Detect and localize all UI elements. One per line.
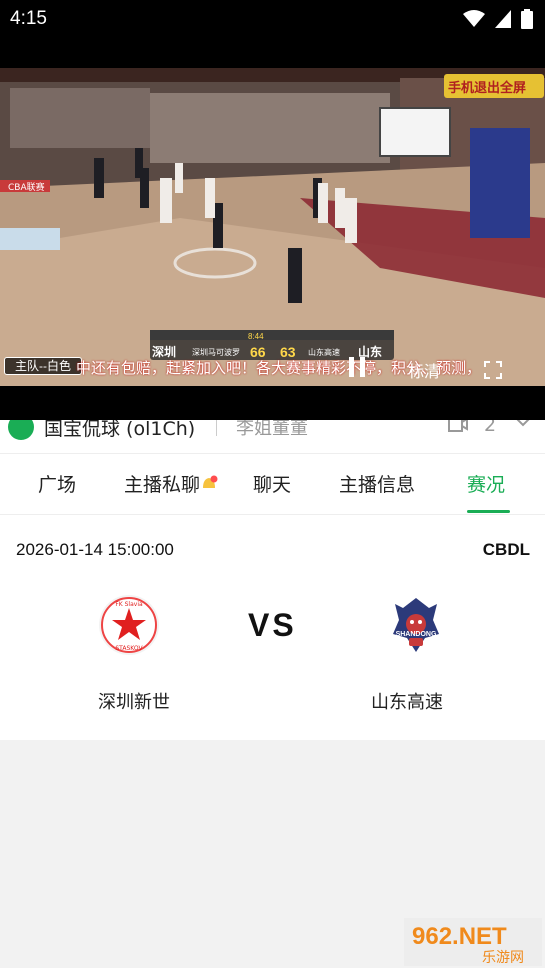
away-team-name: 山东高速 [371, 692, 443, 713]
tab-anchor-info[interactable]: 主播信息 [339, 470, 415, 497]
home-logo-top-text: FK Slavia [115, 601, 143, 608]
score-away-team: 山东高速 [308, 347, 340, 357]
active-tab-indicator [467, 510, 510, 513]
watermark-text: 962.NET [412, 923, 507, 950]
video-top-padding [0, 40, 545, 68]
divider [216, 420, 217, 436]
camera-icon [448, 420, 468, 432]
status-time: 4:15 [10, 8, 47, 29]
tab-square[interactable]: 广场 [38, 470, 76, 497]
wifi-icon [463, 10, 485, 27]
sponsor-text: CBA联赛 [8, 181, 45, 193]
score-home-team: 深圳马可波罗 [192, 347, 240, 357]
signal-icon [495, 10, 511, 28]
fullscreen-icon[interactable] [484, 361, 502, 379]
watermark-sub: 乐游网 [482, 950, 524, 966]
tab-private-chat[interactable]: 主播私聊 [124, 470, 218, 497]
team-color-chip: 主队--白色 [4, 357, 82, 375]
tab-bar: 广场 主播私聊 聊天 主播信息 赛况 [0, 454, 545, 515]
viewer-count: 2 [484, 420, 497, 436]
away-logo-text: SHANDONG [396, 631, 437, 638]
quality-selector[interactable]: 标清 [408, 358, 440, 382]
anchor-name: 李姐董董 [236, 420, 308, 439]
tab-chat[interactable]: 聊天 [253, 470, 291, 497]
tab-match-status[interactable]: 赛况 [467, 470, 505, 497]
video-controls-bar [0, 386, 545, 420]
league-name: CBDL [482, 540, 530, 559]
tab-private-chat-label: 主播私聊 [124, 474, 201, 496]
battery-icon [521, 9, 533, 29]
room-name: 国宝侃球 (ol1Ch) [44, 420, 196, 440]
room-info-bar: 国宝侃球 (ol1Ch) 李姐董董 2 [0, 420, 545, 454]
score-clock: 8:44 [248, 332, 264, 341]
match-panel: 2026-01-14 15:00:00 CBDL FK Slavia STASK… [0, 515, 545, 740]
status-bar: 4:15 [0, 0, 545, 40]
home-team-logo: FK Slavia STASKOV [99, 595, 159, 655]
home-team-name: 深圳新世 [98, 692, 170, 713]
chevron-down-icon[interactable] [512, 420, 534, 430]
match-datetime: 2026-01-14 15:00:00 [16, 540, 174, 559]
away-team-logo: SHANDONG [393, 598, 439, 652]
status-icons [463, 9, 533, 29]
vs-label: VS [248, 607, 297, 643]
pause-icon[interactable] [346, 355, 368, 379]
home-logo-bottom-text: STASKOV [115, 645, 143, 652]
bell-icon [203, 475, 218, 488]
site-watermark: 962.NET 乐游网 [404, 918, 542, 966]
live-signal-icon [8, 420, 34, 440]
corner-badge: 手机退出全屏 [448, 80, 526, 96]
